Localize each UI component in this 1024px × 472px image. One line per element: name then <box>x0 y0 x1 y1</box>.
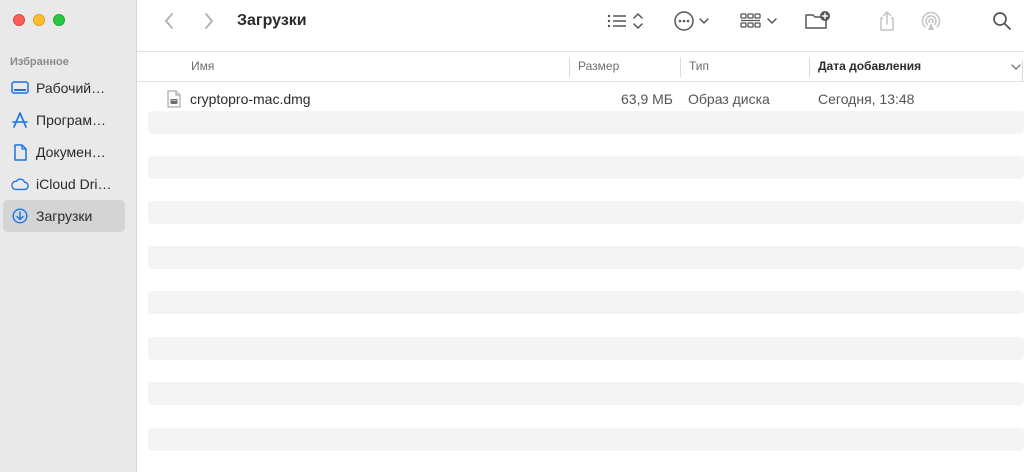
sidebar-section-title: Избранное <box>10 56 69 68</box>
sidebar-item-applications[interactable]: Програм… <box>3 104 125 136</box>
view-options-button[interactable] <box>605 10 649 32</box>
zoom-window-button[interactable] <box>53 14 65 26</box>
column-kind-header[interactable]: Тип <box>689 59 709 73</box>
sidebar-item-label: Рабочий… <box>36 80 106 96</box>
sort-chevron-icon[interactable] <box>1010 61 1022 75</box>
actions-button[interactable] <box>673 10 715 32</box>
column-name-header[interactable]: Имя <box>191 59 214 73</box>
sidebar-item-label: Програм… <box>36 112 106 128</box>
desktop-icon <box>11 79 29 97</box>
search-icon <box>993 12 1011 30</box>
share-button[interactable] <box>875 10 899 32</box>
list-item <box>148 201 1024 224</box>
icloud-icon <box>11 175 29 193</box>
list-view-icon <box>607 13 643 29</box>
file-kind: Образ диска <box>688 91 770 107</box>
group-button[interactable] <box>739 10 781 32</box>
new-folder-button[interactable] <box>803 10 833 32</box>
file-date-added: Сегодня, 13:48 <box>818 91 915 107</box>
sidebar-item-desktop[interactable]: Рабочий… <box>3 72 125 104</box>
forward-button[interactable] <box>199 10 219 32</box>
column-divider[interactable] <box>680 57 681 77</box>
sidebar-list: Рабочий… Програм… Докумен… iCloud Dri… З… <box>3 72 125 232</box>
sidebar-item-icloud[interactable]: iCloud Dri… <box>3 168 125 200</box>
minimize-window-button[interactable] <box>33 14 45 26</box>
table-row[interactable]: cryptopro-mac.dmg 63,9 МБ Образ диска Се… <box>148 88 1024 111</box>
scrollbar-divider <box>1022 60 1023 82</box>
airdrop-button[interactable] <box>918 10 944 32</box>
window-controls <box>13 14 65 26</box>
column-date-added-header[interactable]: Дата добавления <box>818 59 921 73</box>
dmg-file-icon <box>167 90 181 111</box>
sidebar-item-label: Докумен… <box>36 144 106 160</box>
close-window-button[interactable] <box>13 14 25 26</box>
column-size-header[interactable]: Размер <box>578 59 619 73</box>
sidebar-item-label: Загрузки <box>36 208 93 224</box>
back-icon <box>165 13 173 29</box>
column-divider[interactable] <box>569 57 570 77</box>
share-icon <box>880 11 894 31</box>
toolbar: Загрузки <box>137 0 1024 52</box>
list-item <box>148 156 1024 179</box>
forward-icon <box>205 13 213 29</box>
sidebar-item-documents[interactable]: Докумен… <box>3 136 125 168</box>
back-button[interactable] <box>159 10 179 32</box>
new-folder-icon <box>805 11 830 29</box>
list-item <box>148 428 1024 451</box>
column-header: Имя Размер Тип Дата добавления <box>137 52 1024 82</box>
file-size: 63,9 МБ <box>621 91 673 107</box>
list-item <box>148 291 1024 314</box>
list-item <box>148 111 1024 134</box>
downloads-icon <box>11 207 29 225</box>
sidebar-item-label: iCloud Dri… <box>36 176 112 192</box>
group-icon <box>740 13 777 28</box>
file-list: cryptopro-mac.dmg 63,9 МБ Образ диска Се… <box>137 82 1024 472</box>
search-button[interactable] <box>990 10 1014 32</box>
column-divider[interactable] <box>809 57 810 77</box>
list-item <box>148 337 1024 360</box>
list-item <box>148 246 1024 269</box>
window-title: Загрузки <box>237 12 307 29</box>
airdrop-icon <box>921 11 941 30</box>
file-name: cryptopro-mac.dmg <box>190 91 311 107</box>
list-item <box>148 382 1024 405</box>
sidebar: Избранное Рабочий… Програм… Докумен… iCl… <box>0 0 137 472</box>
more-icon <box>674 11 709 31</box>
document-icon <box>11 143 29 161</box>
sidebar-item-downloads[interactable]: Загрузки <box>3 200 125 232</box>
applications-icon <box>11 111 29 129</box>
